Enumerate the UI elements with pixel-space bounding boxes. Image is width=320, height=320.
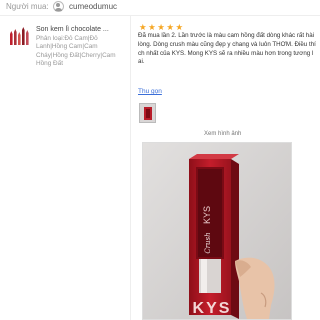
buyer-row: Người mua: cumeodumuc <box>0 0 320 14</box>
user-avatar-icon <box>53 1 64 12</box>
view-image-label[interactable]: Xem hình ảnh <box>204 131 241 137</box>
buyer-name[interactable]: cumeodumuc <box>69 2 117 11</box>
collapse-link[interactable]: Thu gọn <box>138 88 162 95</box>
column-divider <box>130 16 131 320</box>
photo-script-text: Crush <box>204 232 212 253</box>
photo-box-logo: KYS <box>193 300 232 317</box>
buyer-label: Người mua: <box>6 2 49 11</box>
photo-brand-text: KYS <box>202 206 212 224</box>
product-info: Son kem lì chocolate ... Phân loại:Đỏ Ca… <box>36 26 126 69</box>
product-thumbnail[interactable] <box>8 26 30 48</box>
product-name[interactable]: Son kem lì chocolate ... <box>36 26 126 35</box>
header-divider <box>0 15 320 16</box>
review-photo[interactable]: KYS Crush KYS <box>142 142 292 320</box>
review-image-thumbnail[interactable] <box>139 103 156 123</box>
product-variation: Phân loại:Đỏ Cam|Đỏ Lanh|Hồng Cam|Cam Ch… <box>36 34 116 68</box>
lipstick-icon <box>10 27 29 45</box>
review-text: Đã mua lần 2. Lần trước là màu cam hồng … <box>138 32 316 66</box>
thumbnail-lipstick-box <box>144 107 152 120</box>
lipstick-box <box>189 154 239 319</box>
